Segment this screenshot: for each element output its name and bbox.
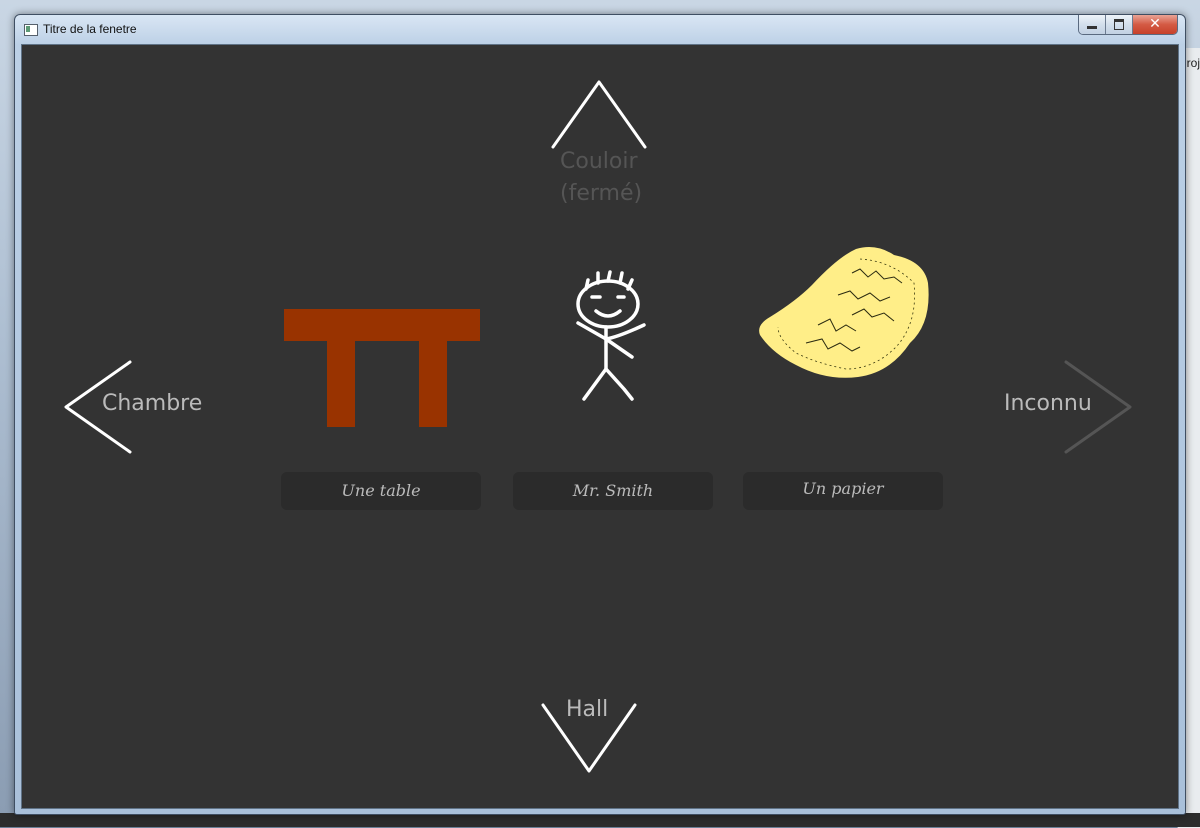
taskbar-edge [0,813,1200,827]
nav-up-couloir[interactable]: Couloir (fermé) [542,77,662,217]
scene-view: Couloir (fermé) Chambre Inconnu Hall [21,44,1179,809]
nav-left-label: Chambre [102,391,202,416]
nav-up-label-line1: Couloir [560,149,638,174]
window-title: Titre de la fenetre [43,22,137,36]
chevron-up-icon [542,77,662,157]
object-card-table[interactable]: Une table [281,472,481,510]
minimize-button[interactable] [1079,15,1106,34]
nav-right-label: Inconnu [1004,391,1092,416]
close-button[interactable]: ✕ [1133,15,1177,34]
app-window: Titre de la fenetre ✕ Couloir (fermé) [14,14,1186,815]
object-card-paper[interactable]: Un papier [743,472,943,510]
close-icon: ✕ [1133,15,1177,34]
title-bar[interactable]: Titre de la fenetre ✕ [15,15,1185,45]
object-card-mr-smith[interactable]: Mr. Smith [513,472,713,510]
nav-right-inconnu[interactable]: Inconnu [998,357,1138,457]
nav-left-chambre[interactable]: Chambre [58,357,218,457]
minimize-icon [1087,26,1097,29]
object-paper[interactable] [756,243,936,391]
nav-down-hall[interactable]: Hall [532,693,652,777]
nav-up-label-line2: (fermé) [560,181,642,206]
table-icon [278,305,488,435]
maximize-button[interactable] [1106,15,1133,34]
nav-down-label: Hall [566,697,608,722]
app-icon [24,24,38,36]
object-mr-smith[interactable] [562,267,662,427]
object-table[interactable] [278,305,488,435]
stick-figure-icon [562,267,662,427]
caption-buttons: ✕ [1078,15,1178,35]
maximize-icon [1114,19,1124,30]
paper-icon [756,243,936,391]
